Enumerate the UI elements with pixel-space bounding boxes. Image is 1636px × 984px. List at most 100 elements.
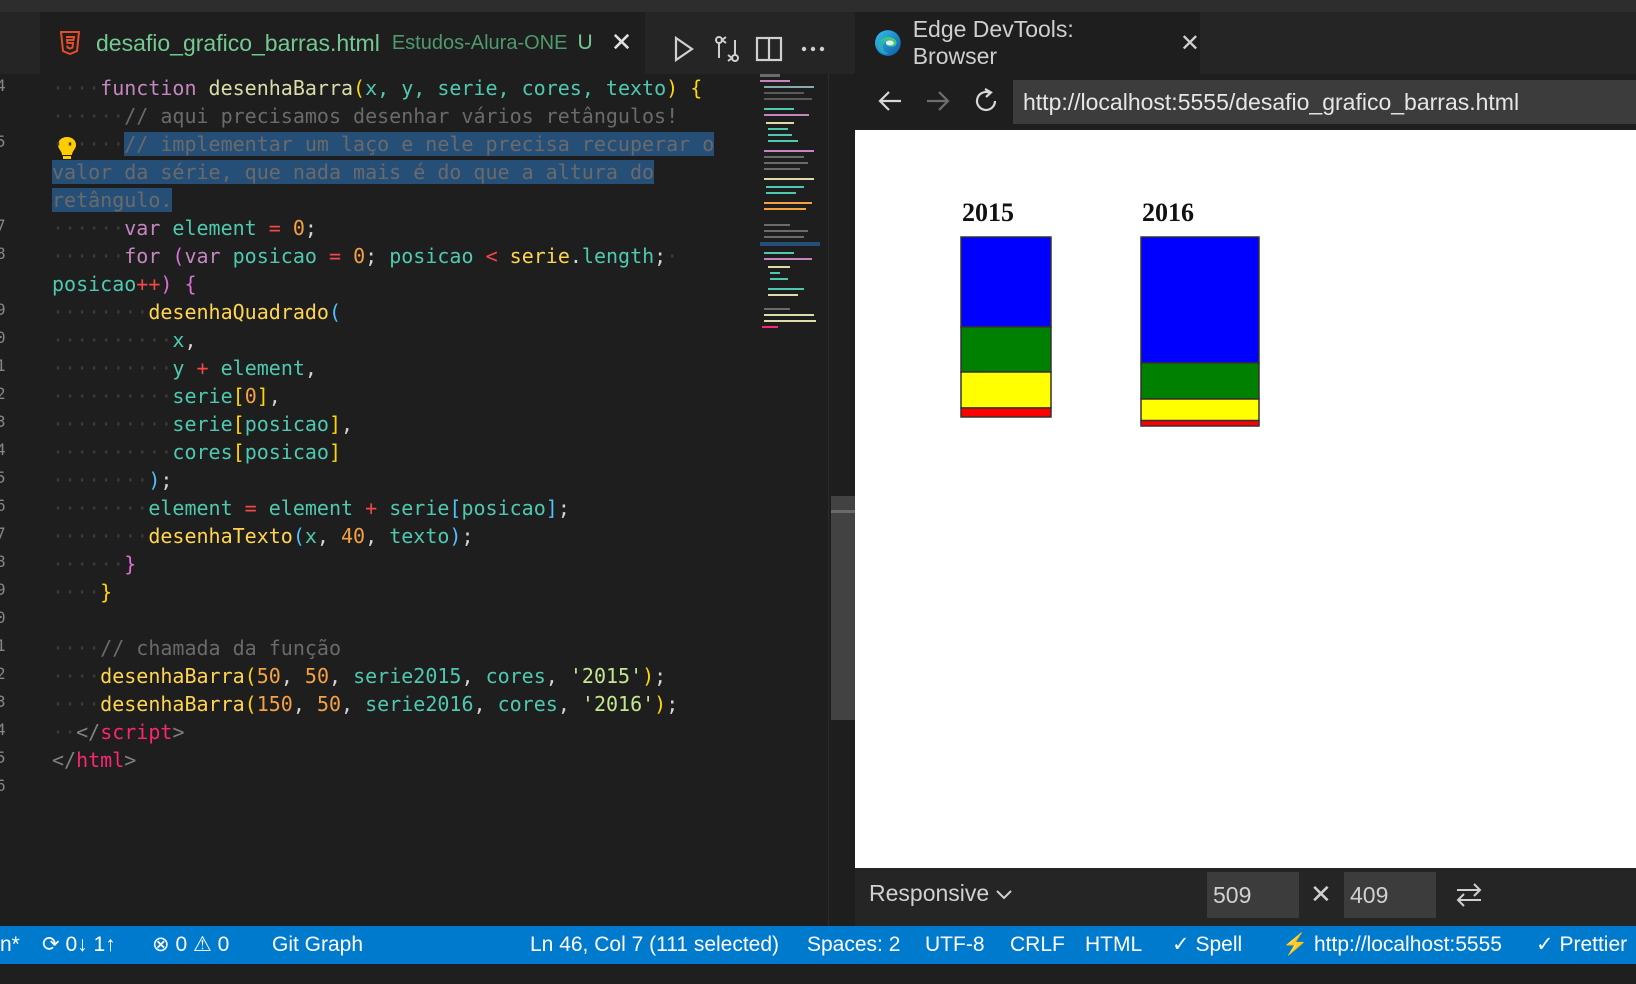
- code-token: x: [304, 524, 317, 548]
- back-arrow-icon[interactable]: [875, 86, 905, 116]
- tab-filename: desafio_grafico_barras.html: [96, 29, 380, 56]
- error-icon: ⊗: [152, 933, 170, 956]
- times-icon: ✕: [1310, 880, 1332, 910]
- live-server-url: http://localhost:5555: [1314, 933, 1502, 956]
- forward-arrow-icon[interactable]: [923, 86, 953, 116]
- close-icon[interactable]: ✕: [611, 28, 633, 58]
- encoding[interactable]: UTF-8: [925, 926, 985, 964]
- code-token: 50: [256, 664, 281, 688]
- code-token: serie: [509, 244, 570, 268]
- device-emulation-bar: Responsive ✕: [855, 868, 1636, 926]
- code-token: element: [172, 216, 257, 240]
- browser-tab[interactable]: Edge DevTools: Browser ✕: [855, 12, 1200, 74]
- browser-tab-bar: Edge DevTools: Browser ✕: [855, 0, 1636, 74]
- code-token: for: [124, 244, 161, 268]
- code-token: serie2016: [365, 692, 474, 716]
- compare-changes-icon[interactable]: [712, 34, 742, 64]
- line-number: 8: [0, 244, 6, 263]
- reload-icon[interactable]: [971, 86, 1001, 116]
- code-comment: // implementar um laço e nele precisa re…: [124, 132, 715, 156]
- sync-counts: 0↓ 1↑: [65, 933, 116, 956]
- code-token: 0: [292, 216, 305, 240]
- code-line: valor da série, que nada mais é do que a…: [52, 158, 655, 186]
- swap-dimensions-icon[interactable]: [1454, 882, 1484, 908]
- live-server[interactable]: ⚡ http://localhost:5555: [1282, 926, 1502, 964]
- bar-segment-2016-3: [1140, 398, 1260, 422]
- code-token: posicao: [244, 412, 329, 436]
- code-line: ······// aqui precisamos desenhar vários…: [52, 104, 679, 128]
- language-mode[interactable]: HTML: [1085, 926, 1142, 964]
- line-number: 0: [0, 608, 6, 627]
- line-number: 6: [0, 496, 6, 515]
- warning-icon: ⚠: [192, 933, 212, 956]
- bar-segment-2016-4: [1140, 419, 1260, 427]
- code-token: desenhaBarra: [208, 76, 354, 100]
- code-token: posicao: [232, 244, 317, 268]
- url-text: http://localhost:5555/desafio_grafico_ba…: [1023, 88, 1520, 115]
- stacked-bar-chart: 2015 2016: [960, 198, 1260, 427]
- device-select[interactable]: Responsive: [869, 880, 1013, 907]
- indentation[interactable]: Spaces: 2: [807, 926, 900, 964]
- spell-check[interactable]: ✓ Spell: [1172, 926, 1242, 964]
- line-number: 1: [0, 356, 6, 375]
- more-actions-icon[interactable]: [798, 34, 828, 64]
- taskbar-strip: [0, 964, 1636, 984]
- code-line: ····desenhaBarra(150, 50, serie2016, cor…: [52, 692, 679, 716]
- line-number: 3: [0, 412, 6, 431]
- line-number: 1: [0, 636, 6, 655]
- run-icon[interactable]: [668, 34, 698, 64]
- minimap[interactable]: [760, 74, 820, 334]
- line-number: 4: [0, 76, 6, 95]
- problems-status[interactable]: ⊗ 0 ⚠ 0: [152, 926, 229, 964]
- code-token: 0: [244, 384, 257, 408]
- code-token: cores: [497, 692, 558, 716]
- viewport-width-input[interactable]: [1207, 872, 1299, 918]
- editor-tab-bar: desafio_grafico_barras.html Estudos-Alur…: [0, 0, 855, 74]
- cursor-position[interactable]: Ln 46, Col 7 (111 selected): [530, 926, 779, 964]
- code-token: '2015': [569, 664, 643, 688]
- code-line: ······for (var posicao = 0; posicao < se…: [52, 244, 679, 268]
- scrollbar-thumb[interactable]: [831, 496, 855, 720]
- code-line: ··········cores[posicao]: [52, 440, 342, 464]
- code-comment: // chamada da função: [100, 636, 341, 660]
- viewport-height-input[interactable]: [1344, 872, 1436, 918]
- line-number: 5: [0, 468, 6, 487]
- line-number: 8: [0, 552, 6, 571]
- code-line: ········element = element + serie[posica…: [52, 496, 570, 520]
- tab-git-status: U: [577, 31, 593, 54]
- address-bar[interactable]: http://localhost:5555/desafio_grafico_ba…: [1013, 80, 1636, 124]
- line-number: 9: [0, 580, 6, 599]
- line-number: 4: [0, 440, 6, 459]
- close-icon[interactable]: ✕: [1180, 29, 1200, 57]
- bar-segment-2015-2: [960, 326, 1052, 373]
- line-number: 5: [0, 748, 6, 767]
- code-line: </html>: [52, 748, 137, 772]
- code-line: ········desenhaTexto(x, 40, texto);: [52, 524, 474, 548]
- bar-segment-2015-4: [960, 407, 1052, 418]
- edge-icon: [874, 30, 901, 56]
- code-line: ······var element = 0;: [52, 216, 317, 240]
- editor-tab[interactable]: desafio_grafico_barras.html Estudos-Alur…: [40, 12, 645, 74]
- remote-indicator[interactable]: n*: [0, 926, 20, 964]
- tab-folder: Estudos-Alura-ONE: [391, 31, 568, 54]
- chevron-down-icon: [996, 889, 1012, 899]
- line-endings[interactable]: CRLF: [1010, 926, 1065, 964]
- split-editor-icon[interactable]: [754, 34, 784, 64]
- line-number: 6: [0, 776, 6, 795]
- git-graph-button[interactable]: Git Graph: [272, 926, 363, 964]
- prettier-status[interactable]: ✓ Prettier: [1536, 926, 1627, 964]
- code-token: var: [124, 216, 161, 240]
- code-token: '2016': [581, 692, 655, 716]
- sync-status[interactable]: ⟳ 0↓ 1↑: [42, 926, 116, 964]
- editor-scrollbar[interactable]: [828, 74, 855, 926]
- code-token: 40: [341, 524, 366, 548]
- spell-label: Spell: [1195, 933, 1243, 956]
- warning-count: 0: [217, 933, 230, 956]
- code-line: ····function desenhaBarra(x, y, serie, c…: [52, 76, 703, 100]
- line-number: 7: [0, 216, 6, 235]
- code-line: ··········serie[0],: [52, 384, 281, 408]
- code-token: html: [76, 748, 125, 772]
- code-token: serie2015: [353, 664, 462, 688]
- code-line: ········desenhaQuadrado(: [52, 300, 341, 324]
- code-editor[interactable]: 4 5 7 8 9 0 1 2 3 4 5 6 7 8 9 0 1 2 3 4 …: [0, 74, 828, 926]
